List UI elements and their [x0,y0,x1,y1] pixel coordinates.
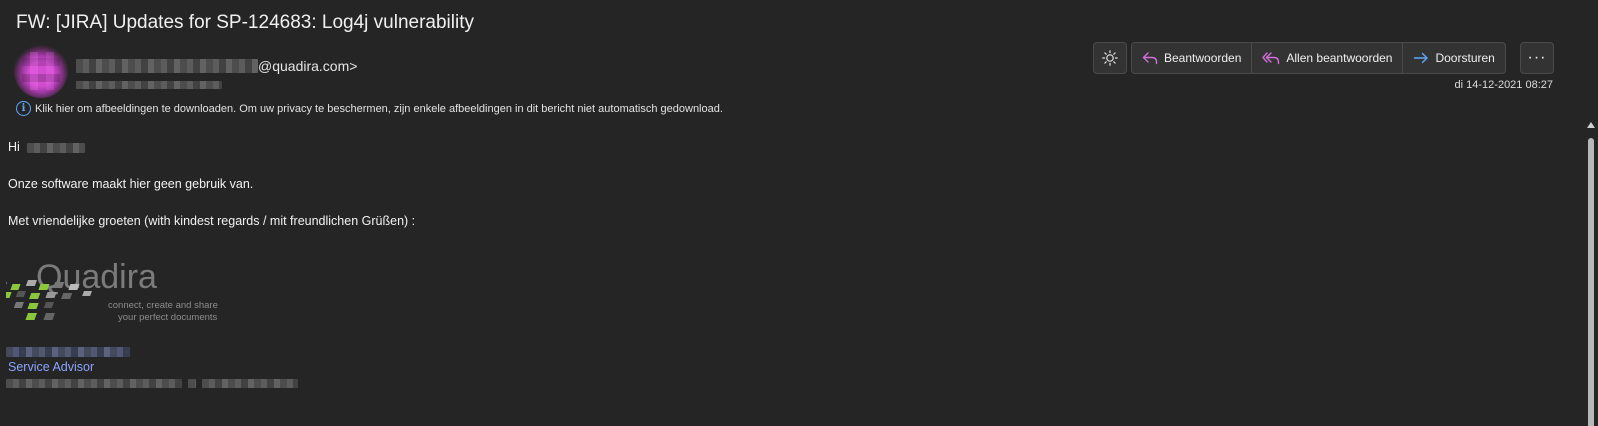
greeting: Hi [8,140,20,154]
reply-icon [1142,52,1158,65]
download-images-banner[interactable]: i Klik hier om afbeeldingen te downloade… [16,101,723,116]
body-closing: Met vriendelijke groeten (with kindest r… [8,214,416,228]
reply-button[interactable]: Beantwoorden [1132,43,1253,73]
greeting-line: Hi [8,140,86,154]
scroll-up-icon[interactable] [1587,122,1595,128]
redacted-contact-2 [188,379,196,388]
logo-tagline-1: connect, create and share [108,300,218,311]
reply-all-label: Allen beantwoorden [1286,51,1393,65]
forward-icon [1414,52,1429,64]
redacted-recipients[interactable] [76,81,222,89]
redacted-recipient-name [27,142,86,153]
reply-all-button[interactable]: Allen beantwoorden [1252,43,1404,73]
info-banner-text: Klik hier om afbeeldingen te downloaden.… [35,102,723,115]
theme-toggle-button[interactable] [1093,42,1127,74]
redacted-contact-3 [202,379,298,388]
more-icon: ··· [1527,49,1547,66]
sun-icon [1102,50,1118,66]
redacted-contact-1 [6,379,182,388]
logo-wordmark: Quadira [36,258,157,296]
redacted-sender-name [76,59,258,73]
message-date: di 14-12-2021 08:27 [1454,79,1553,91]
signature-title[interactable]: Service Advisor [8,360,94,374]
sender-domain: @quadira.com> [258,58,358,74]
forward-label: Doorsturen [1435,51,1495,65]
quadira-logo: Quadira connect, create and share your p… [6,258,218,323]
email-reading-pane: FW: [JIRA] Updates for SP-124683: Log4j … [0,0,1598,426]
body-line-1: Onze software maakt hier geen gebruik va… [8,177,254,191]
avatar[interactable] [14,44,68,98]
scroll-thumb[interactable] [1588,138,1594,426]
vertical-scrollbar[interactable] [1584,120,1598,426]
email-subject: FW: [JIRA] Updates for SP-124683: Log4j … [16,12,474,33]
sender-line[interactable]: @quadira.com> [76,57,357,75]
message-actions: Beantwoorden Allen beantwoorden Doorstur… [1131,42,1506,74]
info-icon: i [16,101,31,116]
logo-tagline-2: your perfect documents [118,312,218,323]
forward-button[interactable]: Doorsturen [1403,43,1504,73]
reply-label: Beantwoorden [1164,51,1242,65]
signature-contact [6,379,298,388]
redacted-signature-name [6,347,130,357]
more-actions-button[interactable]: ··· [1520,42,1554,74]
reply-all-icon [1262,52,1280,65]
